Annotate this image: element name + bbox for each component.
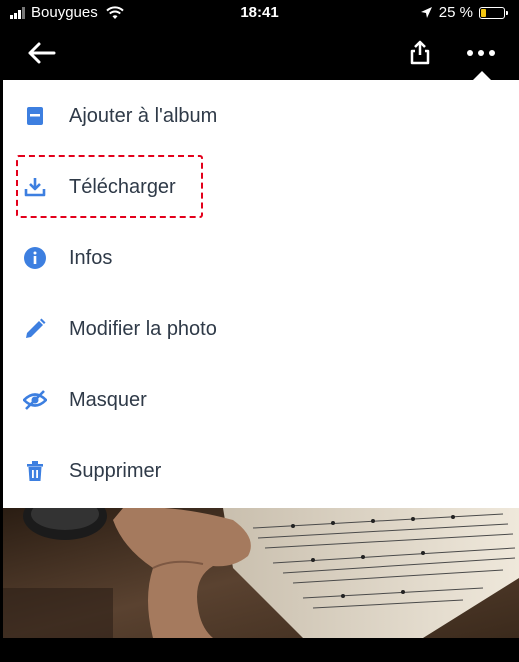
menu-item-info[interactable]: Infos <box>3 228 519 288</box>
menu-item-label: Infos <box>69 247 113 269</box>
status-right: 25 % <box>420 4 508 21</box>
album-icon <box>27 107 43 125</box>
arrow-left-icon[interactable] <box>26 40 58 66</box>
menu-item-add-to-album[interactable]: Ajouter à l'album <box>3 86 519 146</box>
battery-percent: 25 % <box>438 4 473 21</box>
photo-preview[interactable] <box>3 508 519 638</box>
location-arrow-icon <box>420 7 432 18</box>
share-icon[interactable] <box>407 40 433 66</box>
menu-item-label: Supprimer <box>69 460 162 482</box>
edit-icon <box>26 318 46 338</box>
bottom-bar <box>0 638 519 662</box>
menu-item-label: Ajouter à l'album <box>69 105 218 127</box>
photo-image <box>3 508 519 638</box>
more-horizontal-icon[interactable] <box>465 46 497 60</box>
hide-icon <box>23 390 47 410</box>
menu-item-delete[interactable]: Supprimer <box>3 441 519 501</box>
delete-icon <box>27 461 43 481</box>
menu-item-hide[interactable]: Masquer <box>3 370 519 430</box>
menu-item-label: Modifier la photo <box>69 318 217 340</box>
download-highlight-box <box>16 155 203 218</box>
app-bar <box>0 26 519 80</box>
menu-item-label: Masquer <box>69 389 147 411</box>
battery-icon <box>479 6 508 19</box>
options-menu: Ajouter à l'album Télécharger Infos Modi… <box>3 71 519 508</box>
info-icon <box>24 247 46 269</box>
status-bar: Bouygues 18:41 25 % <box>0 0 519 26</box>
menu-item-edit-photo[interactable]: Modifier la photo <box>3 299 519 359</box>
